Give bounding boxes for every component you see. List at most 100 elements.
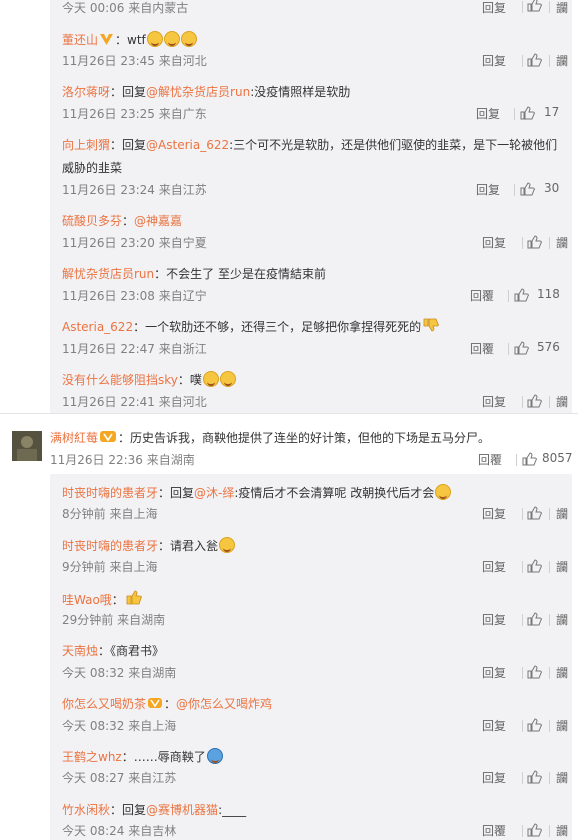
- thumb-down-emoji-icon: [423, 318, 439, 332]
- mention-link[interactable]: @解忧杂货店员run: [146, 85, 250, 99]
- action-separator: [522, 720, 523, 732]
- action-separator: [522, 561, 523, 573]
- reply-username[interactable]: 天南烛: [62, 644, 98, 658]
- action-separator: [522, 1, 523, 13]
- thumb-up-icon[interactable]: [527, 665, 543, 679]
- reply-button[interactable]: 回复: [482, 664, 506, 681]
- reply-username[interactable]: 王鹤之whz: [62, 750, 122, 764]
- reply-button[interactable]: 回复: [482, 234, 506, 251]
- reply-button[interactable]: 回覆: [478, 451, 502, 468]
- action-separator: [549, 1, 550, 13]
- reply-time: 今天 08:32: [62, 719, 125, 733]
- action-separator: [522, 55, 523, 67]
- comment-divider: [0, 413, 578, 414]
- share-icon[interactable]: 讕: [556, 769, 568, 786]
- mention-link[interactable]: @你怎么又喝炸鸡: [176, 697, 272, 711]
- share-icon[interactable]: 讕: [556, 234, 568, 251]
- mention-link[interactable]: @神嘉嘉: [134, 214, 182, 228]
- main-comment: 满树紅莓 ：历史告诉我，商鞅他提供了连坐的好计策，但他的下场是五马分尸。 11月2…: [12, 431, 573, 471]
- reply-button[interactable]: 回复: [482, 393, 506, 410]
- reply-source: 来自河北: [158, 395, 207, 409]
- thumb-up-icon[interactable]: [520, 106, 536, 120]
- thumb-up-icon[interactable]: [527, 53, 543, 67]
- reply-button[interactable]: 回覆: [482, 822, 506, 839]
- reply-button[interactable]: 回覆: [470, 287, 494, 304]
- thumb-up-icon[interactable]: [514, 341, 530, 355]
- reply-time: 今天 08:32: [62, 666, 125, 680]
- reply-button[interactable]: 回复: [476, 181, 500, 198]
- thumb-up-icon[interactable]: [522, 452, 538, 466]
- share-icon[interactable]: 讕: [556, 822, 568, 839]
- share-icon[interactable]: 讕: [556, 393, 568, 410]
- reply-button[interactable]: 回复: [482, 717, 506, 734]
- reply-button[interactable]: 回复: [482, 611, 506, 628]
- thumb-up-icon[interactable]: [527, 718, 543, 732]
- mention-link[interactable]: @沐-绎: [194, 486, 234, 500]
- reply-button[interactable]: 回复: [482, 769, 506, 786]
- reply-username[interactable]: 哇Wao哦: [62, 593, 112, 607]
- reply-source: 来自湖南: [117, 613, 166, 627]
- thumb-up-icon[interactable]: [527, 559, 543, 573]
- reply-username[interactable]: 洛尔蒋呀: [62, 85, 110, 99]
- reply-source: 来自湖南: [128, 666, 177, 680]
- reply-username[interactable]: 时丧时嗨的患者牙: [62, 539, 158, 553]
- thumb-up-icon[interactable]: [527, 506, 543, 520]
- reply-username[interactable]: 董还山: [62, 33, 98, 47]
- thumb-up-icon[interactable]: [527, 235, 543, 249]
- thumb-up-icon[interactable]: [527, 0, 543, 12]
- reply-text: wtf: [127, 33, 146, 47]
- action-separator: [516, 454, 517, 466]
- comment-username[interactable]: 满树紅莓: [50, 431, 98, 445]
- mention-link[interactable]: @Asteria_622: [146, 138, 229, 152]
- reply-source: 来自上海: [109, 507, 158, 521]
- reply-source: 来自浙江: [158, 342, 207, 356]
- action-separator: [522, 614, 523, 626]
- action-separator: [549, 720, 550, 732]
- reply-source: 来自吉林: [128, 824, 177, 838]
- reply-button[interactable]: 回复: [482, 52, 506, 69]
- avatar[interactable]: [12, 431, 42, 461]
- reply-text: :三个可不光是软肋，还是供他们驱使的韭菜，是下一轮被他们: [229, 138, 558, 152]
- reply-username[interactable]: 向上刺猬: [62, 138, 110, 152]
- action-separator: [522, 237, 523, 249]
- action-separator: [549, 237, 550, 249]
- share-icon[interactable]: 讕: [556, 611, 568, 628]
- share-icon[interactable]: 讕: [556, 558, 568, 575]
- reply-username[interactable]: 竹水闲秋: [62, 803, 110, 817]
- reply-username[interactable]: Asteria_622: [62, 320, 133, 334]
- share-icon[interactable]: 讕: [556, 505, 568, 522]
- share-icon[interactable]: 讕: [556, 52, 568, 69]
- share-icon[interactable]: 讕: [556, 717, 568, 734]
- thumb-up-icon[interactable]: [520, 182, 536, 196]
- action-separator: [522, 772, 523, 784]
- reply-button[interactable]: 回复: [482, 558, 506, 575]
- reply-username[interactable]: 你怎么又喝奶茶: [62, 697, 146, 711]
- action-separator: [549, 508, 550, 520]
- reply-time: 8分钟前: [62, 507, 106, 521]
- thumb-up-icon[interactable]: [514, 288, 530, 302]
- action-separator: [522, 508, 523, 520]
- action-separator: [549, 561, 550, 573]
- thumb-up-icon[interactable]: [527, 394, 543, 408]
- mention-link[interactable]: @赛博机器猫: [146, 803, 218, 817]
- emoji-icon: [180, 31, 197, 47]
- reply-text: :____: [218, 803, 247, 817]
- reply-username[interactable]: 硫酸贝多芬: [62, 214, 122, 228]
- reply-text: ……辱商鞅了: [133, 750, 206, 764]
- reply-username[interactable]: 时丧时嗨的患者牙: [62, 486, 158, 500]
- reply-username[interactable]: 解忧杂货店员run: [62, 267, 154, 281]
- reply-button[interactable]: 回覆: [470, 340, 494, 357]
- reply-button[interactable]: 回复: [482, 505, 506, 522]
- share-icon[interactable]: 讕: [556, 664, 568, 681]
- reply-button[interactable]: 回复: [476, 105, 500, 122]
- comment-text: 历史告诉我，商鞅他提供了连坐的好计策，但他的下场是五马分尸。: [130, 431, 491, 445]
- reply-username[interactable]: 没有什么能够阻挡sky: [62, 373, 178, 387]
- share-icon[interactable]: 讕: [556, 0, 568, 16]
- thumb-up-icon[interactable]: [527, 770, 543, 784]
- thumb-up-icon[interactable]: [527, 823, 543, 837]
- reply-button[interactable]: 回复: [482, 0, 506, 16]
- reply-time: 今天 08:27: [62, 771, 125, 785]
- comment-time: 11月26日 22:36: [50, 453, 143, 467]
- thumb-up-icon[interactable]: [527, 612, 543, 626]
- reply-time: 9分钟前: [62, 560, 106, 574]
